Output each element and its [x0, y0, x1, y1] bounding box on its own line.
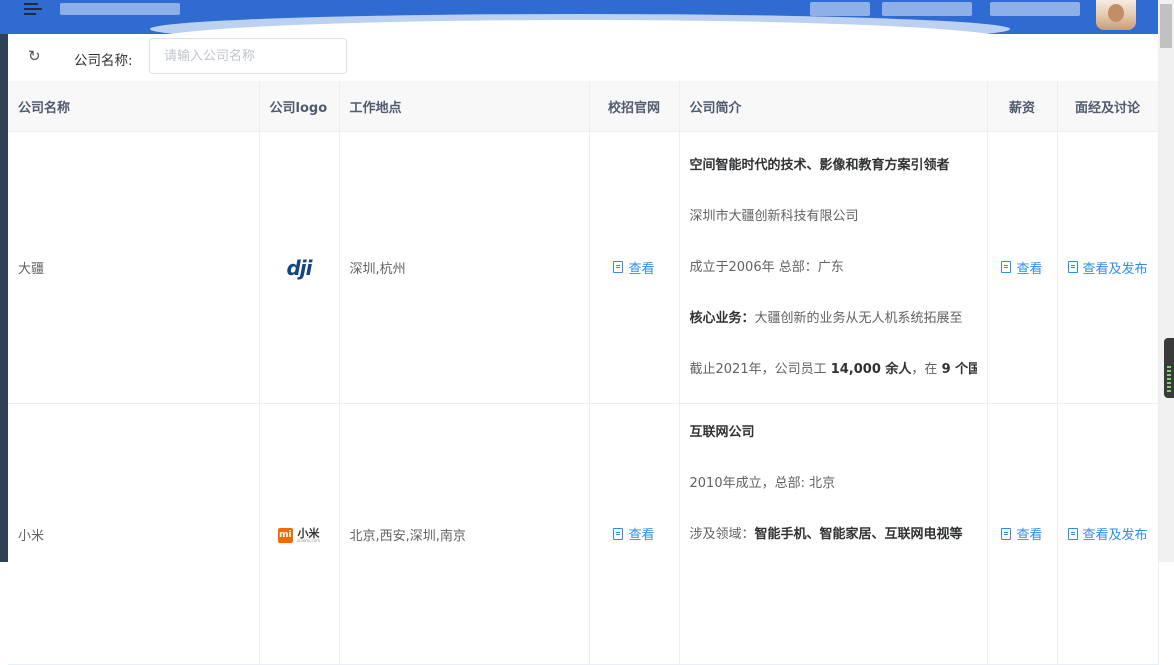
intro-line: 成立于2006年 总部：广东 [689, 260, 844, 275]
dji-logo: dji [286, 255, 312, 280]
document-icon [1001, 527, 1012, 540]
logo-cell: mi 小米 xiaomi.com [259, 403, 340, 665]
sidebar-edge [0, 0, 8, 562]
view-salary-link[interactable]: 查看 [1001, 524, 1043, 543]
company-table: 公司名称 公司logo 工作地点 校招官网 公司简介 薪资 面经及讨论 大疆 d… [8, 81, 1159, 665]
intro-line: 空间智能时代的技术、影像和教育方案引领者 [689, 158, 950, 173]
document-icon [613, 261, 624, 274]
column-header-salary: 薪资 [987, 81, 1058, 132]
column-header-discussion: 面经及讨论 [1057, 81, 1159, 132]
redacted-nav-item [810, 2, 870, 16]
refresh-icon[interactable]: ↻ [28, 48, 44, 64]
logo-cell: dji [259, 131, 340, 404]
vertical-scrollbar[interactable] [1158, 0, 1174, 562]
campus-site-cell: 查看 [589, 131, 680, 404]
discussion-cell: 查看及发布 [1057, 131, 1159, 404]
intro-line: 截止2021年，公司员工 14,000 余人，在 9 个国 [689, 362, 977, 377]
intro-line [690, 611, 977, 662]
table-row: 大疆 dji 深圳,杭州 查看 空间智能时代的技术、影像和教育方案引领者 深圳市… [8, 131, 1159, 404]
view-discussion-link[interactable]: 查看及发布 [1067, 524, 1148, 543]
redacted-nav-item [882, 2, 972, 16]
column-header-intro: 公司简介 [679, 81, 988, 132]
document-icon [1067, 527, 1078, 540]
salary-cell: 查看 [987, 403, 1058, 665]
view-campus-site-link[interactable]: 查看 [613, 258, 655, 277]
salary-cell: 查看 [987, 131, 1058, 404]
view-salary-link[interactable]: 查看 [1001, 258, 1043, 277]
redacted-username [990, 2, 1080, 16]
intro-line: 涉及领域：智能手机、智能家居、互联网电视等 [689, 526, 963, 542]
view-campus-site-link[interactable]: 查看 [613, 524, 655, 543]
xiaomi-logo: mi 小米 xiaomi.com [277, 526, 321, 543]
discussion-cell: 查看及发布 [1057, 403, 1159, 665]
company-name-cell: 大疆 [8, 131, 260, 404]
company-name-input[interactable] [149, 38, 347, 74]
view-discussion-link[interactable]: 查看及发布 [1067, 258, 1148, 277]
menu-fold-icon[interactable] [24, 3, 44, 19]
column-header-location: 工作地点 [339, 81, 590, 132]
table-row: 小米 mi 小米 xiaomi.com 北京,西安,深圳,南京 查看 互联网公司 … [8, 403, 1159, 665]
company-name-cell: 小米 [8, 403, 260, 665]
document-icon [1001, 261, 1012, 274]
table-header-row: 公司名称 公司logo 工作地点 校招官网 公司简介 薪资 面经及讨论 [8, 81, 1159, 132]
intro-cell: 空间智能时代的技术、影像和教育方案引领者 深圳市大疆创新科技有限公司 成立于20… [679, 131, 988, 404]
column-header-logo: 公司logo [259, 81, 340, 132]
location-cell: 深圳,杭州 [339, 131, 590, 404]
intro-line [690, 560, 977, 611]
side-widget-handle[interactable] [1164, 338, 1174, 398]
intro-line: 互联网公司 [689, 424, 755, 440]
column-header-campus-site: 校招官网 [589, 81, 680, 132]
intro-line: 2010年成立，总部: 北京 [689, 475, 836, 491]
search-bar: ↻ 公司名称: [8, 34, 1158, 80]
search-label: 公司名称: [74, 53, 133, 69]
column-header-company-name: 公司名称 [8, 81, 260, 132]
intro-cell: 互联网公司 2010年成立，总部: 北京 涉及领域：智能手机、智能家居、互联网电… [679, 403, 988, 665]
intro-line: 核心业务：大疆创新的业务从无人机系统拓展至 [689, 311, 963, 326]
redacted-breadcrumb [60, 3, 180, 15]
document-icon [613, 527, 624, 540]
intro-line: 深圳市大疆创新科技有限公司 [689, 209, 859, 224]
top-navbar [0, 0, 1158, 34]
document-icon [1067, 261, 1078, 274]
scrollbar-thumb[interactable] [1160, 4, 1172, 48]
campus-site-cell: 查看 [589, 403, 680, 665]
avatar[interactable] [1096, 0, 1136, 30]
location-cell: 北京,西安,深圳,南京 [339, 403, 590, 665]
